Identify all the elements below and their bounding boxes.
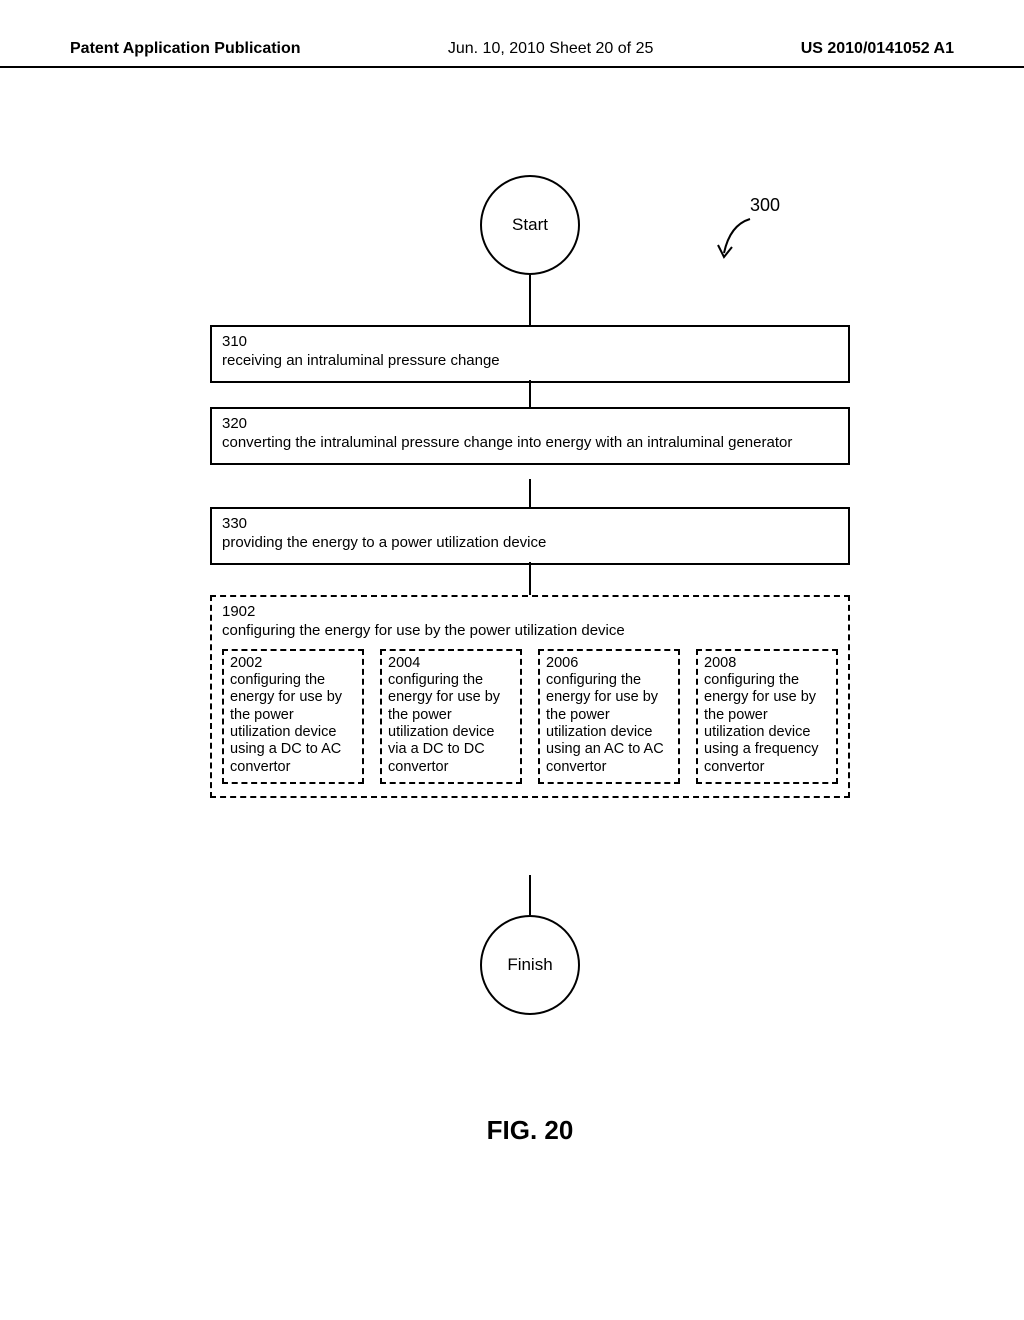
connector	[529, 479, 531, 507]
figure-caption: FIG. 20	[487, 1115, 574, 1146]
step-2002: 2002 configuring the energy for use by t…	[222, 649, 364, 785]
step-num: 2006	[546, 655, 672, 672]
header-left: Patent Application Publication	[70, 40, 301, 58]
connector	[529, 875, 531, 915]
step-text: converting the intraluminal pressure cha…	[222, 434, 838, 453]
step-1902: 1902 configuring the energy for use by t…	[210, 595, 850, 798]
step-num: 2004	[388, 655, 514, 672]
step-num: 2002	[230, 655, 356, 672]
step-num: 1902	[222, 603, 838, 622]
step-320: 320 converting the intraluminal pressure…	[210, 407, 850, 465]
step-text: providing the energy to a power utilizat…	[222, 534, 838, 553]
step-310: 310 receiving an intraluminal pressure c…	[210, 325, 850, 383]
step-text: configuring the energy for use by the po…	[222, 622, 838, 641]
step-num: 2008	[704, 655, 830, 672]
step-text: configuring the energy for use by the po…	[546, 672, 672, 776]
finish-label: Finish	[507, 955, 552, 975]
step-text: receiving an intraluminal pressure chang…	[222, 352, 838, 371]
step-num: 310	[222, 333, 838, 352]
step-text: configuring the energy for use by the po…	[230, 672, 356, 776]
connector	[529, 275, 531, 325]
step-text: configuring the energy for use by the po…	[388, 672, 514, 776]
step-330: 330 providing the energy to a power util…	[210, 507, 850, 565]
step-2006: 2006 configuring the energy for use by t…	[538, 649, 680, 785]
step-2004: 2004 configuring the energy for use by t…	[380, 649, 522, 785]
finish-node: Finish	[480, 915, 580, 1015]
page-header: Patent Application Publication Jun. 10, …	[0, 0, 1024, 68]
connector	[529, 562, 531, 595]
header-center: Jun. 10, 2010 Sheet 20 of 25	[448, 40, 654, 58]
connector	[529, 380, 531, 407]
start-node: Start	[480, 175, 580, 275]
step-text: configuring the energy for use by the po…	[704, 672, 830, 776]
step-num: 320	[222, 415, 838, 434]
ref-label-300: 300	[750, 195, 780, 216]
ref-arrow-icon	[710, 217, 760, 267]
substeps-row: 2002 configuring the energy for use by t…	[222, 649, 838, 785]
step-num: 330	[222, 515, 838, 534]
step-2008: 2008 configuring the energy for use by t…	[696, 649, 838, 785]
start-label: Start	[512, 215, 548, 235]
header-right: US 2010/0141052 A1	[801, 40, 954, 58]
